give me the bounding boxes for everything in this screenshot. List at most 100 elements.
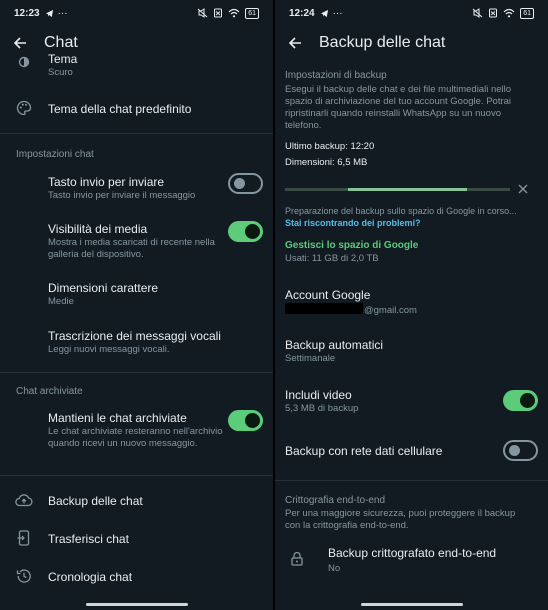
status-bar: 12:23 ··· 61 xyxy=(0,0,273,26)
keep-archived-row[interactable]: Mantieni le chat archiviate Le chat arch… xyxy=(0,408,273,464)
keep-archived-toggle[interactable] xyxy=(228,410,263,431)
chat-backup-screen: 12:24 ··· 61 Backup delle chat Impostazi… xyxy=(275,0,548,610)
mute-icon xyxy=(472,8,483,18)
phone-transfer-icon xyxy=(14,528,34,548)
status-time: 12:24 xyxy=(289,7,315,19)
transfer-chats-row[interactable]: Trasferisci chat xyxy=(0,526,273,550)
page-title: Chat xyxy=(44,34,78,51)
cellular-backup-label: Backup con rete dati cellulare xyxy=(285,444,443,458)
wifi-icon xyxy=(228,8,240,18)
divider xyxy=(275,480,548,481)
chat-history-row[interactable]: Cronologia chat xyxy=(0,564,273,588)
media-visibility-label: Visibilità dei media xyxy=(48,222,148,236)
font-size-label: Dimensioni carattere xyxy=(48,281,159,295)
chat-history-label: Cronologia chat xyxy=(48,570,133,584)
telegram-icon xyxy=(45,9,54,18)
backup-progress-fill xyxy=(348,188,468,191)
history-icon xyxy=(14,566,34,586)
problems-link[interactable]: Stai riscontrando dei problemi? xyxy=(285,218,421,228)
toggle-knob xyxy=(509,445,520,456)
section-backup-settings: Impostazioni di backup xyxy=(285,70,387,81)
palette-icon xyxy=(14,98,34,118)
chat-backup-row[interactable]: Backup delle chat xyxy=(0,488,273,512)
section-archived-chats: Chat archiviate xyxy=(16,386,83,397)
e2e-backup-value: No xyxy=(328,563,341,574)
font-size-row[interactable]: Dimensioni carattere Medie xyxy=(0,278,273,308)
google-account-email: @gmail.com xyxy=(285,303,417,316)
theme-label: Tema xyxy=(48,52,78,66)
wifi-icon xyxy=(503,8,515,18)
cellular-backup-toggle[interactable] xyxy=(503,440,538,461)
toggle-knob xyxy=(234,178,245,189)
backup-size-text: Dimensioni: 6,5 MB xyxy=(285,157,368,168)
e2e-backup-row[interactable]: Backup crittografato end-to-end No xyxy=(275,542,548,576)
voice-transcripts-label: Trascrizione dei messaggi vocali xyxy=(48,329,221,343)
media-visibility-row[interactable]: Visibilità dei media Mostra i media scar… xyxy=(0,219,273,263)
backup-intro-text: Esegui il backup delle chat e dei file m… xyxy=(285,84,512,131)
keep-archived-label: Mantieni le chat archiviate xyxy=(48,411,187,425)
more-notifications-indicator: ··· xyxy=(57,7,68,19)
backup-progress-text: Preparazione del backup sullo spazio di … xyxy=(285,206,517,216)
google-account-label: Account Google xyxy=(285,288,371,302)
divider xyxy=(0,475,273,476)
divider xyxy=(0,133,273,134)
auto-backup-value: Settimanale xyxy=(285,353,336,364)
last-backup-text: Ultimo backup: 12:20 xyxy=(285,141,375,152)
app-bar: Chat xyxy=(0,28,273,58)
back-arrow-icon[interactable] xyxy=(10,33,30,53)
back-arrow-icon[interactable] xyxy=(285,33,305,53)
include-video-row[interactable]: Includi video 5,3 MB di backup xyxy=(275,386,548,418)
auto-backup-label: Backup automatici xyxy=(285,338,384,352)
divider xyxy=(0,372,273,373)
more-notifications-indicator: ··· xyxy=(332,7,343,19)
telegram-icon xyxy=(320,9,329,18)
manage-google-storage-link[interactable]: Gestisci lo spazio di Google xyxy=(285,240,418,251)
chat-settings-screen: 12:23 ··· 61 Chat Tema Scuro Tema della … xyxy=(0,0,273,610)
cloud-upload-icon xyxy=(14,490,34,510)
font-size-value: Medie xyxy=(48,296,74,307)
section-chat-settings: Impostazioni chat xyxy=(16,149,94,160)
cellular-backup-row[interactable]: Backup con rete dati cellulare xyxy=(275,440,548,464)
media-visibility-desc: Mostra i media scaricati di recente nell… xyxy=(48,237,215,260)
theme-value: Scuro xyxy=(48,67,73,78)
battery-indicator: 61 xyxy=(520,7,534,19)
sim-off-icon xyxy=(213,8,223,18)
lock-icon xyxy=(289,550,305,566)
storage-used-text: Usati: 11 GB di 2,0 TB xyxy=(285,253,379,264)
email-suffix: @gmail.com xyxy=(364,305,417,316)
google-account-row[interactable]: Account Google @gmail.com xyxy=(275,286,548,318)
backup-progress-bar xyxy=(285,188,510,191)
enter-to-send-label: Tasto invio per inviare xyxy=(48,175,165,189)
cancel-backup-icon[interactable] xyxy=(515,181,531,197)
keep-archived-desc: Le chat archiviate resteranno nell'archi… xyxy=(48,426,223,449)
redacted-email-block xyxy=(285,303,363,314)
toggle-knob xyxy=(245,224,260,239)
section-e2e-encryption: Crittografia end-to-end xyxy=(285,495,386,506)
e2e-description: Per una maggiore sicurezza, puoi protegg… xyxy=(285,508,516,531)
default-chat-theme-row[interactable]: Tema della chat predefinito xyxy=(0,96,273,120)
enter-to-send-desc: Tasto invio per inviare il messaggio xyxy=(48,190,196,201)
app-bar: Backup delle chat xyxy=(275,28,548,58)
auto-backup-row[interactable]: Backup automatici Settimanale xyxy=(275,336,548,368)
enter-to-send-row[interactable]: Tasto invio per inviare Tasto invio per … xyxy=(0,172,273,206)
include-video-toggle[interactable] xyxy=(503,390,538,411)
brightness-icon xyxy=(14,52,34,72)
default-chat-theme-label: Tema della chat predefinito xyxy=(48,102,192,116)
enter-to-send-toggle[interactable] xyxy=(228,173,263,194)
theme-row[interactable]: Tema Scuro xyxy=(0,52,273,80)
include-video-desc: 5,3 MB di backup xyxy=(285,403,359,414)
battery-indicator: 61 xyxy=(245,7,259,19)
home-indicator[interactable] xyxy=(360,603,463,606)
voice-transcripts-desc: Leggi nuovi messaggi vocali. xyxy=(48,344,170,355)
toggle-knob xyxy=(245,413,260,428)
include-video-label: Includi video xyxy=(285,388,352,402)
page-title: Backup delle chat xyxy=(319,34,446,51)
media-visibility-toggle[interactable] xyxy=(228,221,263,242)
status-time: 12:23 xyxy=(14,7,40,19)
home-indicator[interactable] xyxy=(85,603,188,606)
sim-off-icon xyxy=(488,8,498,18)
chat-backup-label: Backup delle chat xyxy=(48,494,143,508)
voice-transcripts-row[interactable]: Trascrizione dei messaggi vocali Leggi n… xyxy=(0,326,273,356)
transfer-chats-label: Trasferisci chat xyxy=(48,532,129,546)
status-bar: 12:24 ··· 61 xyxy=(275,0,548,26)
